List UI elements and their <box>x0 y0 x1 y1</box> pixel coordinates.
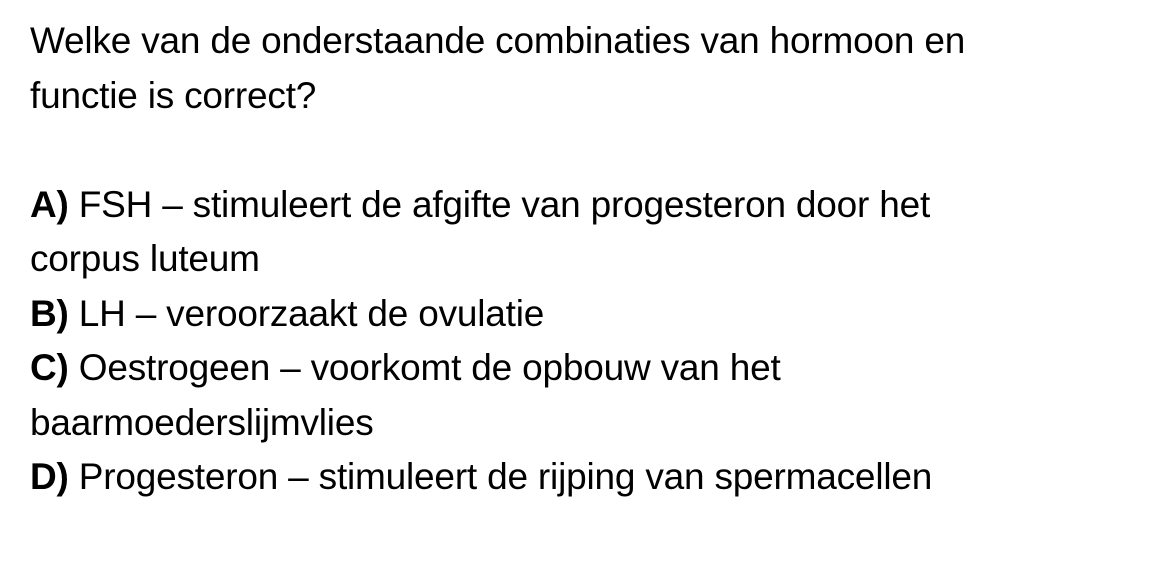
option-d-letter: D) <box>30 456 69 497</box>
question-text-line-2: functie is correct? <box>30 74 317 116</box>
option-d: D) Progesteron – stimuleert de rijping v… <box>30 450 1140 505</box>
option-a: A) FSH – stimuleert de afgifte van proge… <box>30 178 1140 287</box>
option-c-line-2: baarmoederslijmvlies <box>30 401 374 443</box>
option-a-letter: A) <box>30 183 69 225</box>
option-b-letter: B) <box>30 292 69 334</box>
question-text-line-1: Welke van de onderstaande combinaties va… <box>30 20 966 61</box>
option-b-text: LH – veroorzaakt de ovulatie <box>68 292 545 334</box>
option-a-text: FSH – stimuleert de afgifte van progeste… <box>68 183 931 225</box>
option-c-text: Oestrogeen – voorkomt de opbouw van het <box>68 347 781 388</box>
option-c-letter: C) <box>30 347 69 388</box>
option-d-line-1: D) Progesteron – stimuleert de rijping v… <box>30 450 1140 505</box>
option-d-text: Progesteron – stimuleert de rijping van … <box>68 456 933 497</box>
option-c-line-1: C) Oestrogeen – voorkomt de opbouw van h… <box>30 341 1140 396</box>
option-c: C) Oestrogeen – voorkomt de opbouw van h… <box>30 341 1140 450</box>
option-b-line-1: B) LH – veroorzaakt de ovulatie <box>30 287 1140 342</box>
option-a-line-2: corpus luteum <box>30 238 260 279</box>
option-a-line-1: A) FSH – stimuleert de afgifte van proge… <box>30 178 1140 233</box>
option-b: B) LH – veroorzaakt de ovulatie <box>30 287 1140 342</box>
slide-content: Welke van de onderstaande combinaties va… <box>30 14 1140 505</box>
